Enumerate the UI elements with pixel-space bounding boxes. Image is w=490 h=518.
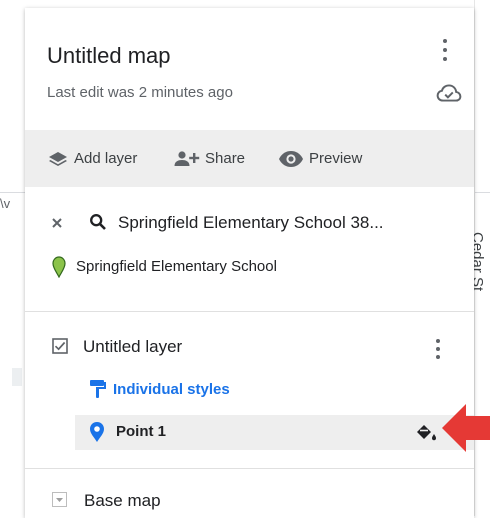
- paint-bucket-icon[interactable]: [414, 423, 438, 443]
- share-label: Share: [205, 150, 246, 167]
- map-options-button[interactable]: [435, 36, 455, 66]
- preview-button[interactable]: Preview: [278, 130, 362, 187]
- layers-icon: [49, 151, 67, 166]
- base-map-label[interactable]: Base map: [84, 491, 161, 511]
- search-result-item[interactable]: Springfield Elementary School: [76, 258, 277, 275]
- red-arrow-annotation: [442, 404, 490, 452]
- close-icon[interactable]: [50, 216, 64, 230]
- eye-icon: [279, 150, 303, 167]
- add-layer-label: Add layer: [74, 150, 138, 167]
- point-label: Point 1: [116, 423, 167, 440]
- search-results-section: Springfield Elementary School 38... Spri…: [25, 187, 474, 311]
- search-query[interactable]: Springfield Elementary School 38...: [118, 213, 384, 233]
- add-layer-button[interactable]: Add layer: [47, 130, 137, 187]
- road-label: \v: [0, 196, 11, 211]
- map-title[interactable]: Untitled map: [47, 43, 171, 69]
- cloud-done-icon: [436, 84, 462, 102]
- map-feature: [12, 368, 22, 386]
- individual-styles-label: Individual styles: [113, 380, 230, 398]
- expand-icon[interactable]: [52, 492, 67, 507]
- panel-toolbar: Add layer Share Preview: [25, 130, 474, 187]
- layer-section: Untitled layer Individual styles Point 1: [25, 312, 474, 468]
- map-pin-icon: [52, 256, 66, 278]
- layer-title[interactable]: Untitled layer: [83, 337, 182, 357]
- point-feature-row[interactable]: Point 1: [75, 415, 474, 450]
- panel-header: Untitled map Last edit was 2 minutes ago: [25, 8, 474, 130]
- last-edit-status: Last edit was 2 minutes ago: [47, 84, 233, 101]
- person-add-icon: [174, 150, 200, 166]
- preview-label: Preview: [309, 150, 363, 167]
- more-vert-icon: [436, 339, 440, 343]
- layer-visibility-checkbox[interactable]: [52, 338, 68, 354]
- share-button[interactable]: Share: [172, 130, 245, 187]
- base-map-section: Base map: [25, 468, 474, 518]
- layer-options-button[interactable]: [428, 336, 448, 366]
- paint-roller-icon: [90, 380, 106, 398]
- individual-styles-button[interactable]: Individual styles: [89, 378, 230, 400]
- map-editor-panel: Untitled map Last edit was 2 minutes ago…: [25, 8, 474, 518]
- more-vert-icon: [443, 39, 447, 43]
- search-icon: [90, 214, 106, 230]
- map-pin-icon: [90, 422, 104, 442]
